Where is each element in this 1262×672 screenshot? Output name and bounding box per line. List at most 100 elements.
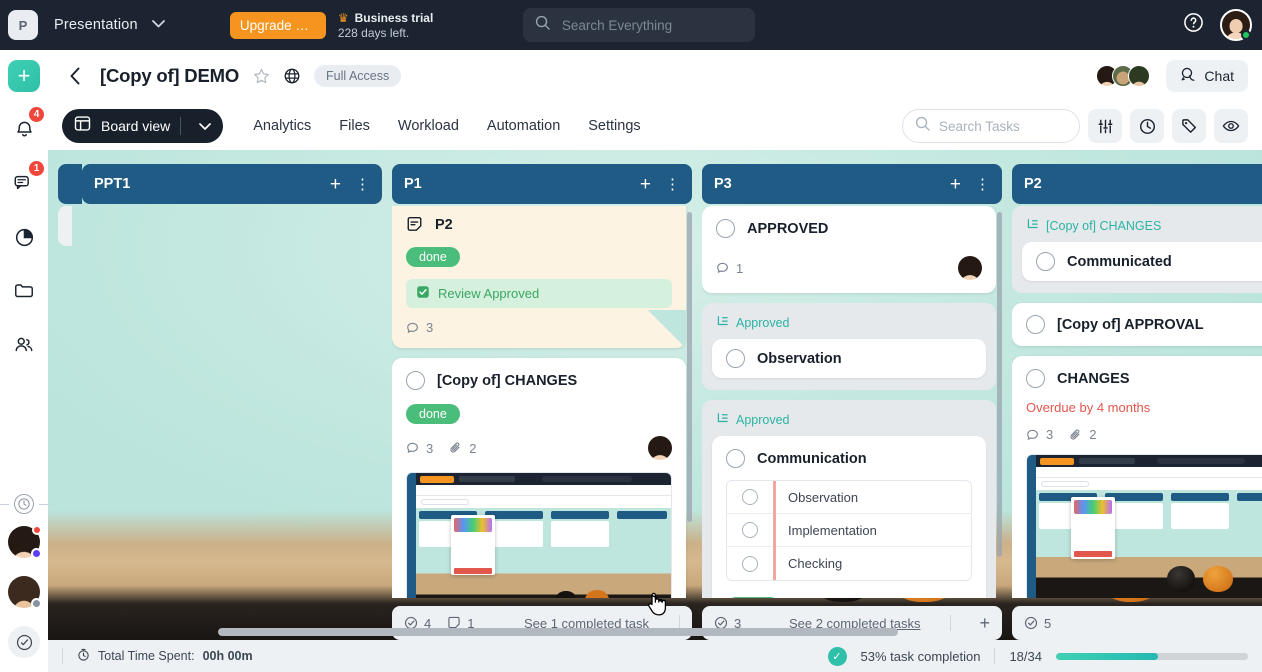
filter-settings-icon[interactable]	[1088, 109, 1122, 143]
task-checkbox[interactable]	[406, 371, 425, 390]
sidebar-item-messages[interactable]: 1	[7, 160, 45, 200]
sidebar-item-reports[interactable]	[7, 220, 41, 254]
tab-settings[interactable]: Settings	[574, 110, 654, 142]
avatar[interactable]	[1128, 65, 1151, 87]
subtask-checkbox[interactable]	[742, 489, 758, 505]
task-card[interactable]: Observation	[712, 339, 986, 378]
globe-icon[interactable]	[284, 68, 300, 84]
view-selector[interactable]: Board view	[62, 109, 224, 143]
board-canvas[interactable]: ◌◌ ◡ PPT1 + ⋮	[48, 150, 1262, 640]
task-search-input[interactable]	[939, 118, 1067, 134]
task-card[interactable]: [Copy of] CHANGES done 3 2	[392, 358, 686, 598]
column-menu-icon[interactable]: ⋮	[975, 177, 990, 192]
task-card[interactable]: P2 done Review Approved 3	[392, 206, 686, 348]
tab-automation[interactable]: Automation	[473, 110, 574, 142]
add-task-icon[interactable]: +	[640, 175, 651, 194]
search-icon	[535, 15, 550, 35]
upgrade-button[interactable]: Upgrade N...	[229, 11, 326, 39]
tab-analytics[interactable]: Analytics	[239, 110, 325, 142]
subtask-row[interactable]: Implementation	[727, 513, 971, 547]
sidebar-item-notifications[interactable]: 4	[7, 106, 45, 146]
board-horizontal-scrollbar[interactable]	[48, 628, 1262, 640]
task-card[interactable]: APPROVED 1	[702, 206, 996, 293]
task-checkbox[interactable]	[1026, 369, 1045, 388]
tab-workload[interactable]: Workload	[384, 110, 473, 142]
add-task-icon[interactable]: +	[950, 175, 961, 194]
comment-count: 3	[406, 320, 433, 335]
sticky-note-icon	[406, 216, 423, 233]
sidebar-item-people[interactable]	[7, 328, 41, 362]
comment-count: 3	[1026, 427, 1053, 442]
member-avatars[interactable]	[1096, 65, 1151, 87]
task-card[interactable]: [Copy of] APPROVAL	[1012, 303, 1262, 346]
subtask-row[interactable]: Checking	[727, 547, 971, 580]
tab-files[interactable]: Files	[325, 110, 384, 142]
column-scrollbar[interactable]	[687, 212, 692, 522]
task-card[interactable]: CHANGES Overdue by 4 months 3 2	[1012, 356, 1262, 598]
board-column-p3[interactable]: P3 + ⋮ APPROVED 1 Approved Observation A…	[702, 150, 1002, 640]
task-title: [Copy of] CHANGES	[437, 372, 578, 389]
stopwatch-icon	[77, 648, 90, 664]
subtask-group[interactable]: Approved Observation	[702, 303, 996, 390]
column-menu-icon[interactable]: ⋮	[665, 177, 680, 192]
add-task-icon[interactable]: +	[330, 175, 341, 194]
board-column-partial[interactable]	[58, 150, 82, 640]
global-search[interactable]	[522, 8, 755, 42]
time-tracking-icon[interactable]	[1130, 109, 1164, 143]
column-body[interactable]: APPROVED 1 Approved Observation Approved…	[702, 206, 1002, 598]
task-checkbox[interactable]	[716, 219, 735, 238]
task-checkbox[interactable]	[726, 449, 745, 468]
column-body[interactable]: P2 done Review Approved 3 [Copy of] CHAN…	[392, 206, 692, 598]
board-column-p2[interactable]: P2 + [Copy of] CHANGES	[1012, 150, 1262, 640]
task-checkbox[interactable]	[1036, 252, 1055, 271]
column-header[interactable]: P2 +	[1012, 164, 1262, 204]
task-title: Communication	[757, 450, 867, 467]
task-checkbox[interactable]	[726, 349, 745, 368]
column-title: P3	[714, 176, 732, 192]
edit-note-icon[interactable]	[8, 626, 40, 658]
attachment-thumbnail[interactable]	[1026, 454, 1262, 598]
subtask-group[interactable]: Approved Communication Observation Imple…	[702, 400, 996, 598]
scrollbar-thumb[interactable]	[218, 628, 898, 636]
column-header[interactable]: P3 + ⋮	[702, 164, 1002, 204]
assignee-avatar[interactable]	[958, 256, 982, 280]
column-menu-icon[interactable]: ⋮	[355, 177, 370, 192]
task-checkbox[interactable]	[1026, 315, 1045, 334]
workspace-avatar[interactable]: P	[8, 10, 38, 40]
column-body[interactable]: [Copy of] CHANGES Communicated [Copy of]…	[1012, 206, 1262, 598]
star-icon[interactable]	[253, 68, 270, 85]
column-scrollbar[interactable]	[997, 212, 1002, 557]
subtask-table: Observation Implementation Checking	[726, 480, 972, 581]
subtask-row[interactable]: Observation	[727, 481, 971, 514]
board-column-ppt1[interactable]: PPT1 + ⋮	[82, 150, 382, 640]
rail-divider	[0, 494, 49, 514]
create-new-button[interactable]: +	[8, 60, 40, 92]
tag-icon[interactable]	[1172, 109, 1206, 143]
search-input[interactable]	[561, 17, 743, 33]
chat-button[interactable]: Chat	[1166, 60, 1248, 92]
chevron-down-icon[interactable]	[151, 19, 165, 31]
attachment-thumbnail[interactable]	[406, 472, 672, 598]
column-header[interactable]	[58, 164, 82, 204]
subtask-checkbox[interactable]	[742, 522, 758, 538]
column-header[interactable]: P1 + ⋮	[392, 164, 692, 204]
visibility-icon[interactable]	[1214, 109, 1248, 143]
sidebar-item-files[interactable]	[7, 274, 41, 308]
rail-avatar-1[interactable]	[8, 525, 42, 559]
clock-icon[interactable]	[14, 494, 34, 514]
help-icon[interactable]	[1183, 12, 1204, 38]
access-badge[interactable]: Full Access	[314, 65, 402, 87]
board-column-p1[interactable]: P1 + ⋮ P2 done Review Approved 3 [Copy o…	[392, 150, 692, 640]
subtask-checkbox[interactable]	[742, 555, 758, 572]
chevron-down-icon[interactable]	[191, 122, 219, 130]
user-avatar[interactable]	[1220, 9, 1252, 41]
subtask-group[interactable]: [Copy of] CHANGES Communicated	[1012, 206, 1262, 293]
rail-avatar-2[interactable]	[8, 576, 42, 609]
back-icon[interactable]	[62, 63, 88, 89]
chat-icon	[1180, 66, 1197, 86]
task-card[interactable]: Communicated	[1022, 242, 1262, 281]
task-search[interactable]	[902, 109, 1080, 143]
column-header[interactable]: PPT1 + ⋮	[82, 164, 382, 204]
assignee-avatar[interactable]	[648, 436, 672, 460]
task-card[interactable]: Communication Observation Implementation…	[712, 436, 986, 598]
